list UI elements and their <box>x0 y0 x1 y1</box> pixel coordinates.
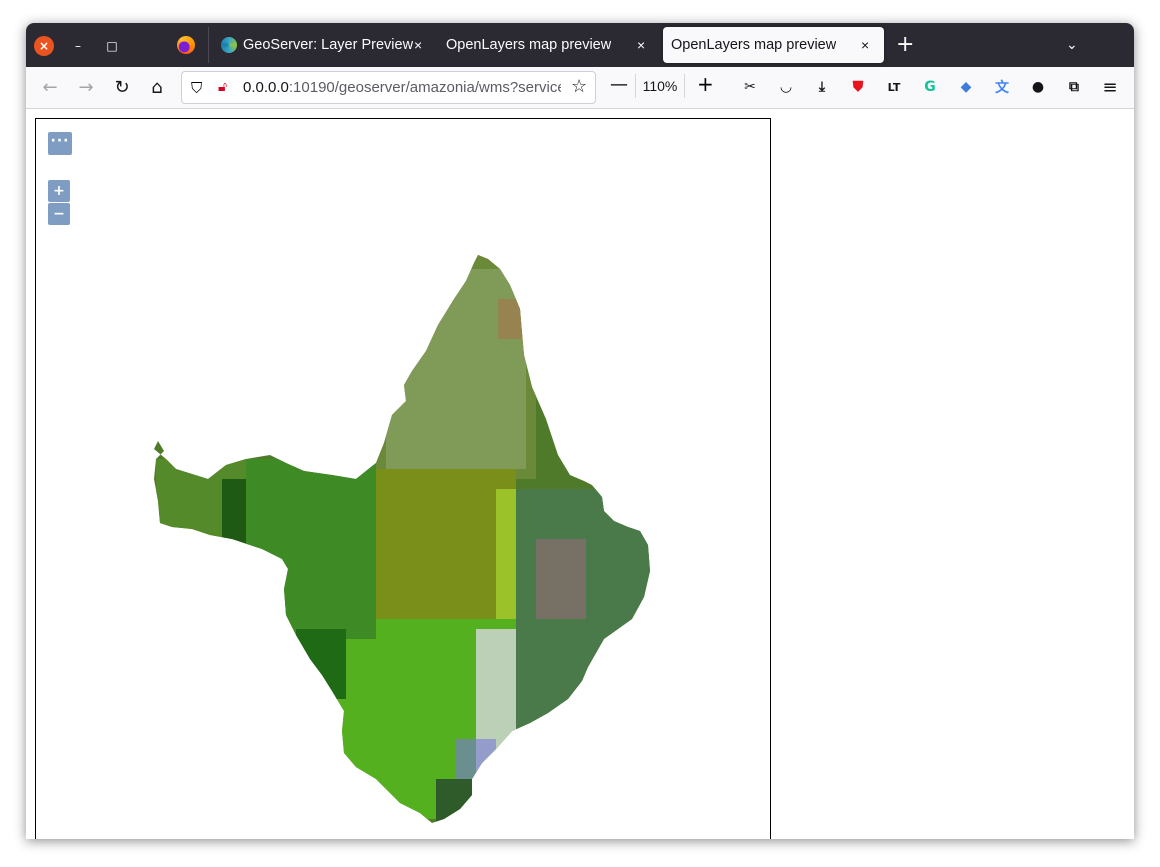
tab-title: OpenLayers map preview <box>671 37 837 53</box>
zoom-in-button[interactable]: + <box>697 72 714 96</box>
list-all-tabs-button[interactable]: ⌄ <box>1066 37 1078 53</box>
map-zoom-out-button[interactable]: − <box>48 203 70 225</box>
window-close-button[interactable]: × <box>34 36 54 56</box>
zoom-level-indicator[interactable]: 110% <box>635 74 685 98</box>
tab-openlayers-preview-1[interactable]: OpenLayers map preview × <box>434 27 660 63</box>
screenshot-icon[interactable]: ✂ <box>740 77 760 97</box>
window-maximize-button[interactable]: □ <box>102 36 122 56</box>
spheres-icon[interactable]: ● <box>1028 77 1048 97</box>
mortarboard-icon[interactable]: ◆ <box>956 77 976 97</box>
translate-icon[interactable]: 文 <box>992 77 1012 97</box>
navigation-toolbar: ← → ↻ ⌂ ⛉ 🔓︎ 0.0.0.0:10190/geoserver/ama… <box>26 67 1134 109</box>
languagetool-icon[interactable]: LT <box>884 77 904 97</box>
ublock-icon[interactable]: ⛊ <box>848 77 868 97</box>
tab-title: OpenLayers map preview <box>446 37 612 53</box>
back-button[interactable]: ← <box>39 76 61 98</box>
forward-button[interactable]: → <box>75 76 97 98</box>
tab-close-icon[interactable]: × <box>637 37 645 53</box>
new-tab-button[interactable]: + <box>896 32 914 57</box>
tab-bar: × – □ GeoServer: Layer Preview × OpenLay… <box>26 23 1134 67</box>
insecure-connection-icon[interactable]: 🔓︎ <box>218 79 227 95</box>
url-input[interactable]: 0.0.0.0:10190/geoserver/amazonia/wms?ser… <box>243 79 561 96</box>
reload-button[interactable]: ↻ <box>111 76 133 98</box>
pocket-icon[interactable]: ◡ <box>776 77 796 97</box>
tracking-protection-shield-icon[interactable]: ⛉ <box>191 79 202 97</box>
url-bar[interactable]: ⛉ 🔓︎ 0.0.0.0:10190/geoserver/amazonia/wm… <box>181 71 596 104</box>
tab-openlayers-preview-active[interactable]: OpenLayers map preview × <box>663 27 884 63</box>
tab-geoserver-layer-preview[interactable]: GeoServer: Layer Preview × <box>208 27 427 63</box>
window-minimize-button[interactable]: – <box>68 36 88 56</box>
grammarly-icon[interactable]: G <box>920 77 940 97</box>
downloads-icon[interactable]: ⤓ <box>812 77 832 97</box>
tab-close-icon[interactable]: × <box>861 37 869 53</box>
bookmark-star-icon[interactable]: ☆ <box>571 76 587 97</box>
amazonia-wms-raster <box>154 255 650 823</box>
tab-close-icon[interactable]: × <box>414 37 422 53</box>
more-options-button[interactable]: ··· <box>48 132 72 155</box>
extensions-icon[interactable]: ⧉ <box>1064 77 1084 97</box>
map-zoom-in-button[interactable]: + <box>48 180 70 202</box>
openlayers-map[interactable]: ··· + − <box>35 118 771 839</box>
tab-title: GeoServer: Layer Preview <box>243 37 413 53</box>
home-button[interactable]: ⌂ <box>146 76 168 98</box>
geoserver-favicon-icon <box>221 37 237 53</box>
app-menu-button[interactable]: ≡ <box>1099 76 1121 98</box>
browser-window: × – □ GeoServer: Layer Preview × OpenLay… <box>26 23 1134 839</box>
zoom-out-button[interactable]: — <box>610 74 628 95</box>
page-content: ··· + − <box>26 109 1134 839</box>
firefox-view-icon[interactable] <box>177 36 195 54</box>
